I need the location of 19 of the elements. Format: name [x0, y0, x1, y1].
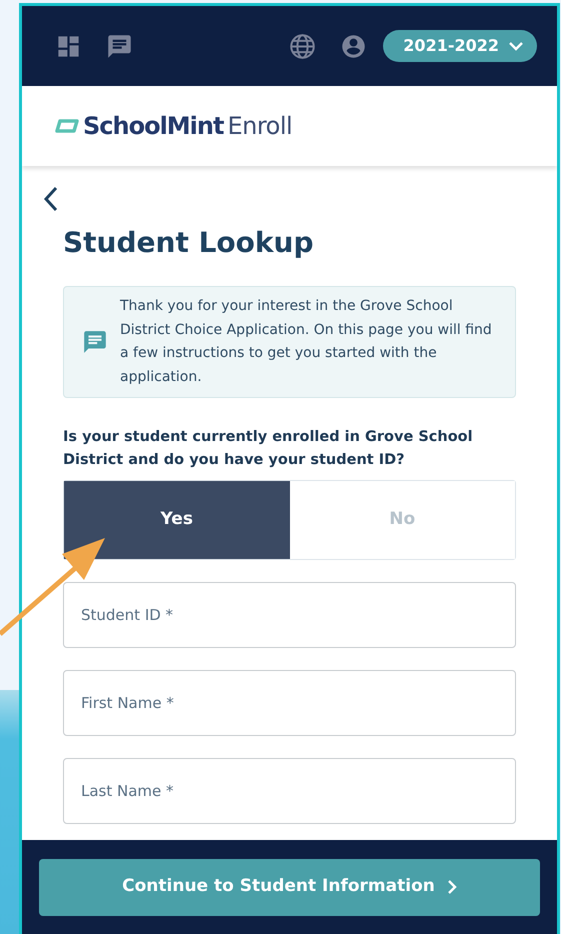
input-field[interactable]: First Name *: [63, 670, 516, 736]
chevron-right-icon: [446, 879, 457, 895]
page-title: Student Lookup: [63, 225, 314, 261]
input-field[interactable]: Student ID *: [63, 582, 516, 648]
globe-icon[interactable]: [289, 32, 316, 60]
chat-icon[interactable]: [106, 32, 133, 60]
product-name: Enroll: [227, 111, 292, 142]
account-icon[interactable]: [340, 32, 368, 60]
brand-name: SchoolMint: [83, 111, 224, 142]
continue-button[interactable]: Continue to Student Information: [39, 858, 540, 916]
leaf-logo-icon: [55, 118, 79, 134]
back-icon[interactable]: [43, 186, 59, 212]
message-icon: [82, 329, 108, 355]
year-dropdown[interactable]: 2021-2022: [383, 30, 537, 62]
chevron-down-icon: [509, 41, 523, 51]
question-label: Is your student currently enrolled in Grove School District and do you have your student ID?: [63, 428, 474, 470]
input-field[interactable]: Last Name *: [63, 758, 516, 824]
info-text: Thank you for your interest in the Grove School District Choice Application. On this page you will find a few instructions to get you started with the application.: [120, 297, 493, 386]
answer-option[interactable]: Yes: [64, 481, 290, 559]
